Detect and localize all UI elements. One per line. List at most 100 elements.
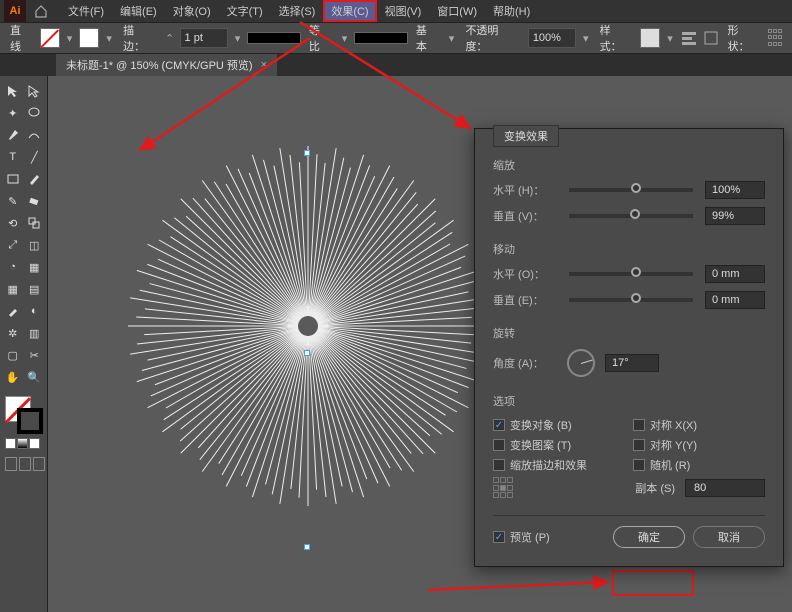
brush-dd[interactable]: ▾ xyxy=(446,29,458,47)
menu-effect[interactable]: 效果(C) xyxy=(323,0,376,22)
artboard-tool[interactable]: ▢ xyxy=(2,344,24,366)
opacity-dd[interactable]: ▾ xyxy=(580,29,592,47)
selection-handle-top[interactable] xyxy=(304,150,310,156)
menu-object[interactable]: 对象(O) xyxy=(165,0,219,22)
weight-dd[interactable]: ▾ xyxy=(232,29,244,47)
document-tab[interactable]: 未标题-1* @ 150% (CMYK/GPU 预览) × xyxy=(56,54,277,76)
color-mode[interactable] xyxy=(5,438,16,449)
home-icon[interactable] xyxy=(30,0,52,22)
angle-label: 角度 (A)： xyxy=(493,355,557,371)
chk-reflect-y[interactable] xyxy=(633,439,645,451)
paintbrush-tool[interactable] xyxy=(24,168,46,190)
opacity-input[interactable] xyxy=(528,28,576,48)
angle-dial[interactable] xyxy=(567,349,595,377)
slice-tool[interactable]: ✂ xyxy=(24,344,46,366)
chk-preview[interactable]: ✓ xyxy=(493,531,505,543)
close-icon[interactable]: × xyxy=(261,59,267,71)
line-tool[interactable]: ╱ xyxy=(24,146,46,168)
pen-tool[interactable] xyxy=(2,124,24,146)
weight-down[interactable]: ⌃ xyxy=(164,29,176,47)
draw-inside[interactable] xyxy=(33,457,45,471)
menu-select[interactable]: 选择(S) xyxy=(271,0,324,22)
selection-handle-bottom[interactable] xyxy=(304,544,310,550)
shaper-tool[interactable]: ✎ xyxy=(2,190,24,212)
chk-random[interactable] xyxy=(633,459,645,471)
transform-icon[interactable] xyxy=(702,29,720,47)
style-dd[interactable]: ▾ xyxy=(664,29,676,47)
transform-effect-dialog: 变换效果 缩放 水平 (H)： 100% 垂直 (V)： 99% 移动 水平 (… xyxy=(474,128,784,567)
opacity-label: 不透明度： xyxy=(465,22,519,54)
rectangle-tool[interactable] xyxy=(2,168,24,190)
fill-dropdown[interactable]: ▾ xyxy=(64,29,76,47)
gradient-tool[interactable]: ▤ xyxy=(24,278,46,300)
eraser-tool[interactable] xyxy=(24,190,46,212)
gradient-mode[interactable] xyxy=(17,438,28,449)
scale-tool[interactable] xyxy=(24,212,46,234)
dialog-title: 变换效果 xyxy=(493,125,559,147)
stroke-indicator[interactable] xyxy=(17,408,43,434)
move-v-value[interactable]: 0 mm xyxy=(705,291,765,309)
perspective-tool[interactable]: ▦ xyxy=(24,256,46,278)
hand-tool[interactable]: ✋ xyxy=(2,366,24,388)
menu-type[interactable]: 文字(T) xyxy=(219,0,271,22)
anchor-point-grid[interactable] xyxy=(493,477,515,499)
symbol-sprayer-tool[interactable]: ✲ xyxy=(2,322,24,344)
chk-scale-strokes[interactable] xyxy=(493,459,505,471)
move-h-slider[interactable] xyxy=(569,272,693,276)
draw-behind[interactable] xyxy=(19,457,31,471)
type-tool[interactable]: T xyxy=(2,146,24,168)
stroke-weight-input[interactable] xyxy=(180,28,228,48)
none-mode[interactable] xyxy=(29,438,40,449)
menu-file[interactable]: 文件(F) xyxy=(60,0,112,22)
stroke-dropdown[interactable]: ▾ xyxy=(103,29,115,47)
ok-button[interactable]: 确定 xyxy=(613,526,685,548)
scale-h-value[interactable]: 100% xyxy=(705,181,765,199)
anchor-grid-icon[interactable] xyxy=(768,29,786,47)
move-h-value[interactable]: 0 mm xyxy=(705,265,765,283)
selection-handle-mid[interactable] xyxy=(304,350,310,356)
fill-stroke-indicator[interactable] xyxy=(5,396,43,434)
magic-wand-tool[interactable]: ✦ xyxy=(2,102,24,124)
rotate-section: 旋转 角度 (A)： 17° xyxy=(493,325,765,377)
style-label: 样式： xyxy=(600,22,633,54)
menu-view[interactable]: 视图(V) xyxy=(377,0,430,22)
eyedropper-tool[interactable] xyxy=(2,300,24,322)
chk-reflect-x[interactable] xyxy=(633,419,645,431)
scale-v-value[interactable]: 99% xyxy=(705,207,765,225)
lasso-tool[interactable] xyxy=(24,102,46,124)
shape-builder-tool[interactable]: ◔ xyxy=(2,256,24,278)
copies-input[interactable] xyxy=(685,479,765,497)
menu-edit[interactable]: 编辑(E) xyxy=(112,0,165,22)
scale-title: 缩放 xyxy=(493,157,765,173)
align-icon[interactable] xyxy=(680,29,698,47)
draw-normal[interactable] xyxy=(5,457,17,471)
chk-transform-pat[interactable] xyxy=(493,439,505,451)
rotate-tool[interactable]: ⟲ xyxy=(2,212,24,234)
app-logo: Ai xyxy=(4,0,26,22)
free-transform-tool[interactable]: ◫ xyxy=(24,234,46,256)
preview-label: 预览 (P) xyxy=(510,529,550,545)
mesh-tool[interactable]: ▦ xyxy=(2,278,24,300)
curvature-tool[interactable] xyxy=(24,124,46,146)
zoom-tool[interactable]: 🔍 xyxy=(24,366,46,388)
style-swatch[interactable] xyxy=(640,28,660,48)
chk-transform-obj[interactable]: ✓ xyxy=(493,419,505,431)
fill-swatch[interactable] xyxy=(40,28,60,48)
blend-tool[interactable]: ◐ xyxy=(24,300,46,322)
move-v-slider[interactable] xyxy=(569,298,693,302)
angle-value[interactable]: 17° xyxy=(605,354,659,372)
scale-h-slider[interactable] xyxy=(569,188,693,192)
width-tool[interactable]: ⤢ xyxy=(2,234,24,256)
selection-tool[interactable] xyxy=(2,80,24,102)
graph-tool[interactable]: ▥ xyxy=(24,322,46,344)
stroke-swatch[interactable] xyxy=(79,28,99,48)
menu-help[interactable]: 帮助(H) xyxy=(485,0,538,22)
scale-v-slider[interactable] xyxy=(569,214,693,218)
direct-selection-tool[interactable] xyxy=(24,80,46,102)
profile-preview[interactable] xyxy=(247,32,300,44)
move-v-label: 垂直 (E)： xyxy=(493,292,557,308)
brush-preview[interactable] xyxy=(354,32,407,44)
profile-dd[interactable]: ▾ xyxy=(339,29,351,47)
cancel-button[interactable]: 取消 xyxy=(693,526,765,548)
menu-window[interactable]: 窗口(W) xyxy=(429,0,485,22)
